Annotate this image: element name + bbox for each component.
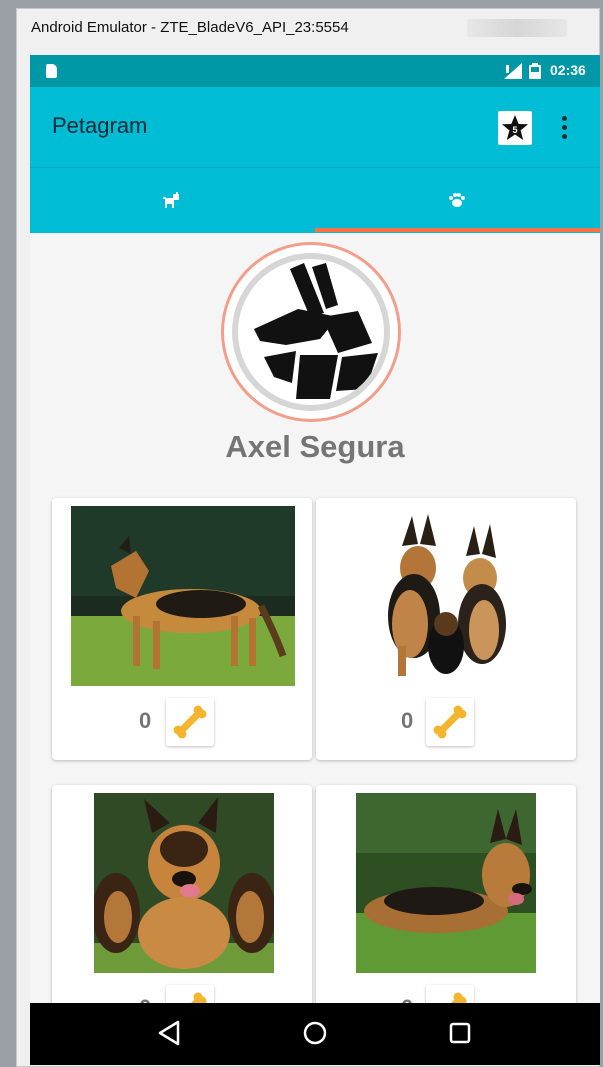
signal-icon xyxy=(504,63,522,79)
like-count: 0 xyxy=(139,708,152,733)
pet-card: 0 xyxy=(52,498,312,760)
navigation-bar xyxy=(30,1003,600,1065)
status-bar: 02:36 xyxy=(30,55,600,87)
window-title: Android Emulator - ZTE_BladeV6_API_23:55… xyxy=(31,19,349,36)
profile-content: Axel Segura 0 0 xyxy=(30,233,600,1047)
app-bar: Petagram 5 xyxy=(30,87,600,167)
app-title: Petagram xyxy=(52,113,148,138)
tab-profile[interactable] xyxy=(315,168,600,234)
recents-button[interactable] xyxy=(430,1003,490,1065)
tab-indicator xyxy=(315,228,600,232)
pet-photo-group xyxy=(370,506,528,686)
back-icon xyxy=(158,1020,180,1046)
pet-photo-puppies xyxy=(94,793,274,973)
like-row: 0 xyxy=(316,694,576,746)
profile-avatar xyxy=(221,242,401,422)
like-row: 0 xyxy=(52,694,312,746)
emulator-window: Android Emulator - ZTE_BladeV6_API_23:55… xyxy=(16,8,600,1067)
bone-icon xyxy=(433,705,467,739)
anubis-logo xyxy=(254,263,378,399)
battery-icon xyxy=(529,63,541,79)
bone-icon xyxy=(173,705,207,739)
pet-photo-lying xyxy=(356,793,536,973)
like-button[interactable] xyxy=(426,698,474,746)
favorites-button[interactable]: 5 xyxy=(498,111,532,145)
dog-icon xyxy=(163,192,179,208)
phone-screen: 02:36 Petagram 5 Axel Segura 0 0 xyxy=(30,55,600,1065)
home-icon xyxy=(303,1021,327,1045)
recents-icon xyxy=(449,1022,471,1044)
window-title-blur xyxy=(467,19,567,37)
avatar-frame xyxy=(232,253,390,411)
pet-photo-standing xyxy=(71,506,295,686)
home-button[interactable] xyxy=(285,1003,345,1065)
back-button[interactable] xyxy=(140,1003,200,1065)
overflow-menu-icon[interactable] xyxy=(552,112,576,146)
paw-icon xyxy=(449,193,465,207)
sd-card-icon xyxy=(46,64,57,78)
favorites-star-icon: 5 xyxy=(502,115,528,140)
tab-pets[interactable] xyxy=(30,168,315,234)
pet-card: 0 xyxy=(316,498,576,760)
status-time: 02:36 xyxy=(550,62,586,78)
star-badge-number: 5 xyxy=(512,125,517,135)
tab-bar xyxy=(30,167,600,234)
like-button[interactable] xyxy=(166,698,214,746)
like-count: 0 xyxy=(401,708,414,733)
profile-name: Axel Segura xyxy=(225,429,405,464)
